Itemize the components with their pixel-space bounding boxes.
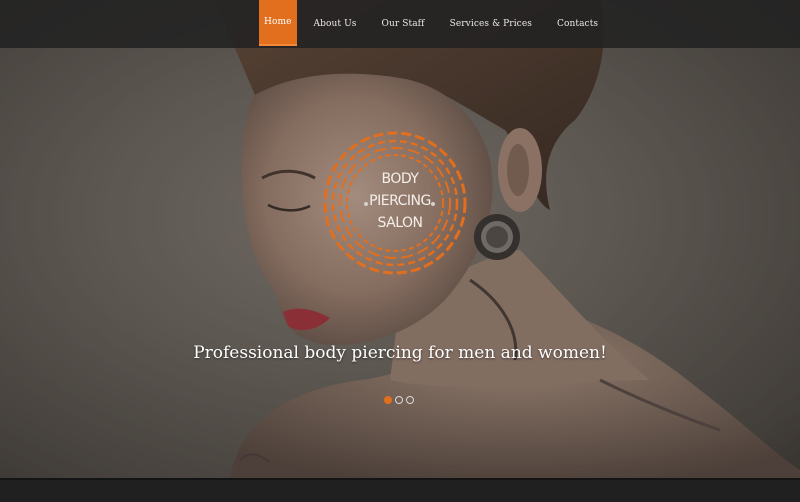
slider-pagination — [384, 396, 414, 404]
nav-about-us[interactable]: About Us — [306, 0, 365, 48]
slider-dot-1[interactable] — [384, 396, 392, 404]
logo-line-3: SALON — [377, 215, 423, 231]
salon-logo-text: BODY PIERCING SALON — [352, 168, 448, 234]
nav-services-prices[interactable]: Services & Prices — [442, 0, 540, 48]
hero-slider: BODY PIERCING SALON Professional body pi… — [0, 0, 800, 478]
nav-home[interactable]: Home — [259, 0, 297, 46]
hero-tagline: Professional body piercing for men and w… — [193, 343, 607, 363]
nav-our-staff[interactable]: Our Staff — [374, 0, 433, 48]
top-navigation-bar: Home About Us Our Staff Services & Price… — [0, 0, 800, 48]
main-menu: Home About Us Our Staff Services & Price… — [259, 0, 606, 48]
footer-strip — [0, 478, 800, 502]
logo-line-2: PIERCING — [369, 193, 431, 209]
logo-line-1: BODY — [381, 171, 419, 187]
nav-contacts[interactable]: Contacts — [549, 0, 606, 48]
slider-dot-3[interactable] — [406, 396, 414, 404]
slider-dot-2[interactable] — [395, 396, 403, 404]
